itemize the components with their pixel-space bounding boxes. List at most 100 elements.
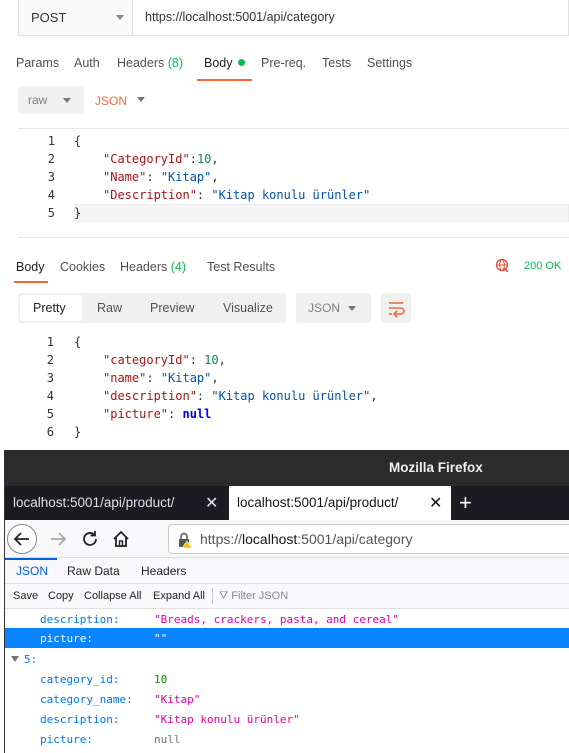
body-type-select[interactable]: raw <box>18 86 84 114</box>
tab-settings[interactable]: Settings <box>367 56 412 70</box>
code-line: "Description": "Kitap konulu ürünler" <box>103 188 371 202</box>
chevron-down-icon <box>348 306 356 311</box>
method-label: POST <box>31 10 67 25</box>
chevron-down-icon <box>116 15 124 20</box>
line-number: 3 <box>47 170 55 184</box>
tab-title: localhost:5001/api/product/ <box>13 495 175 510</box>
view-pretty[interactable]: Pretty <box>33 301 66 315</box>
line-number: 4 <box>47 188 55 202</box>
globe-icon[interactable] <box>495 258 509 272</box>
response-format-label: JSON <box>308 301 341 315</box>
tab-headers[interactable]: Headers <box>141 564 186 578</box>
tab-test-results[interactable]: Test Results <box>207 260 275 274</box>
json-key: "description" <box>103 389 197 403</box>
filter-placeholder: Filter JSON <box>231 590 289 602</box>
close-icon[interactable]: ✕ <box>429 493 442 513</box>
tab-cookies[interactable]: Cookies <box>60 260 105 274</box>
save-button[interactable]: Save <box>13 590 38 602</box>
tab-response-headers-count: (4) <box>170 260 187 274</box>
json-row[interactable]: description: "Breads, crackers, pasta, a… <box>5 609 569 629</box>
json-value: "Kitap" <box>160 371 212 385</box>
active-tab-indicator <box>5 558 57 560</box>
view-preview[interactable]: Preview <box>150 301 194 315</box>
reload-button[interactable] <box>77 526 103 552</box>
browser-tab[interactable]: localhost:5001/api/product/ ✕ <box>5 486 227 520</box>
tab-params[interactable]: Params <box>16 56 59 70</box>
code-line: "picture": null <box>103 407 212 421</box>
line-number: 5 <box>47 206 55 220</box>
tab-raw-data[interactable]: Raw Data <box>67 564 120 578</box>
line-number: 1 <box>46 335 54 349</box>
json-key: "CategoryId" <box>103 152 190 166</box>
firefox-window: Mozilla Firefox localhost:5001/api/produ… <box>4 450 569 753</box>
view-raw[interactable]: Raw <box>97 301 122 315</box>
tab-headers-count: (8) <box>167 56 184 70</box>
json-key: picture: <box>40 733 93 746</box>
method-select[interactable]: POST <box>19 0 133 35</box>
json-row[interactable]: 5: <box>5 649 569 669</box>
json-row-selected[interactable]: picture: "" <box>5 628 569 648</box>
address-bar[interactable]: https://localhost:5001/api/category <box>168 524 569 554</box>
line-number: 4 <box>46 389 54 403</box>
json-key: "picture" <box>103 407 169 421</box>
wrap-icon <box>389 302 405 318</box>
json-value: null <box>154 733 181 746</box>
forward-button[interactable] <box>45 526 71 552</box>
response-format-select[interactable]: JSON <box>296 293 371 323</box>
browser-tab-active[interactable]: localhost:5001/api/product/ ✕ <box>229 486 451 520</box>
line-number: 2 <box>47 152 55 166</box>
tab-tests[interactable]: Tests <box>322 56 351 70</box>
tab-json[interactable]: JSON <box>16 564 48 578</box>
url-input[interactable]: https://localhost:5001/api/category <box>145 10 335 24</box>
json-value: "Kitap konulu ürünler" <box>211 188 371 202</box>
line-number: 6 <box>46 425 54 439</box>
expand-toggle-icon[interactable] <box>11 656 19 662</box>
url-scheme: https:// <box>200 531 243 547</box>
tab-response-headers[interactable]: Headers (4) <box>120 260 186 274</box>
close-icon[interactable]: ✕ <box>205 493 218 513</box>
tab-body[interactable]: Body <box>204 56 245 70</box>
brace: } <box>74 206 82 220</box>
tab-body-label: Body <box>204 56 233 70</box>
tab-response-body[interactable]: Body <box>16 260 45 274</box>
view-visualize[interactable]: Visualize <box>223 301 273 315</box>
request-body-editor[interactable]: 1 2 3 4 5 { "CategoryId":10, "Name": "Ki… <box>18 128 569 238</box>
json-value: "Kitap konulu ürünler" <box>154 713 300 726</box>
window-titlebar[interactable]: Mozilla Firefox <box>5 450 569 486</box>
back-button[interactable] <box>7 524 37 554</box>
json-value: 10 <box>154 673 168 686</box>
window-title: Mozilla Firefox <box>389 460 483 475</box>
body-format-select[interactable]: JSON <box>95 94 150 108</box>
json-value: "Kitap" <box>154 693 201 706</box>
home-button[interactable] <box>108 526 134 552</box>
active-tab-indicator <box>14 281 48 283</box>
lock-warning-icon[interactable] <box>178 532 192 548</box>
tab-auth[interactable]: Auth <box>74 56 100 70</box>
json-row[interactable]: description: "Kitap konulu ürünler" <box>5 709 569 729</box>
filter-json-input[interactable]: ⛛ Filter JSON <box>219 590 288 603</box>
code-line: "name": "Kitap", <box>103 371 219 385</box>
code-line: { <box>74 134 81 148</box>
chevron-down-icon <box>63 98 71 103</box>
body-type-label: raw <box>28 93 48 107</box>
tab-title: localhost:5001/api/product/ <box>237 495 399 510</box>
json-row[interactable]: picture: null <box>5 729 569 749</box>
code-line: "Name": "Kitap", <box>103 170 219 184</box>
tab-headers[interactable]: Headers (8) <box>117 56 183 70</box>
json-value: null <box>182 407 212 421</box>
json-row[interactable]: category_name: "Kitap" <box>5 689 569 709</box>
collapse-all-button[interactable]: Collapse All <box>84 590 141 602</box>
new-tab-icon[interactable]: + <box>459 490 472 516</box>
expand-all-button[interactable]: Expand All <box>153 590 205 602</box>
wrap-lines-button[interactable] <box>381 293 411 323</box>
arrow-left-icon <box>13 532 29 546</box>
tab-prereq[interactable]: Pre-req. <box>261 56 306 70</box>
json-row[interactable]: category_id: 10 <box>5 669 569 689</box>
copy-button[interactable]: Copy <box>48 590 74 602</box>
json-key: picture: <box>40 632 93 645</box>
json-key: "Name" <box>103 170 147 184</box>
tab-headers-label: Headers <box>117 56 165 70</box>
code-line: } <box>74 206 81 220</box>
line-number: 2 <box>46 353 54 367</box>
json-key: category_name: <box>40 693 133 706</box>
